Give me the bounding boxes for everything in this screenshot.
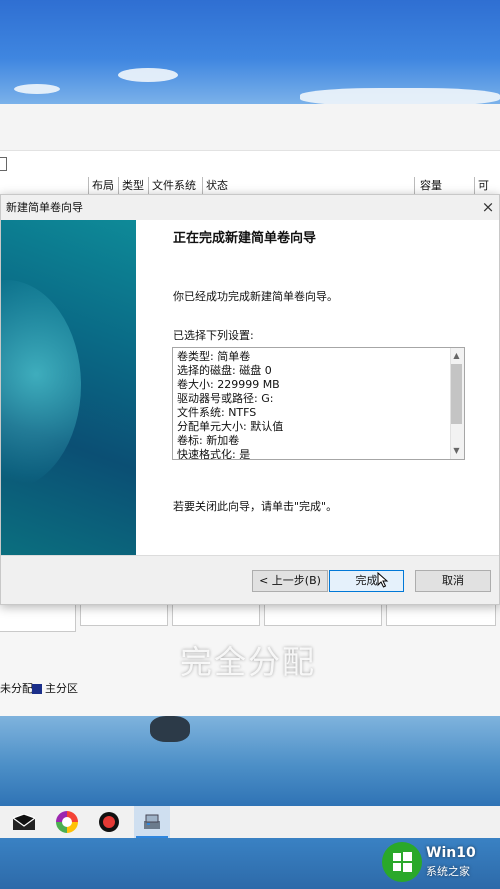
column-type[interactable]: 类型 xyxy=(118,177,148,195)
video-caption: 完全分配 xyxy=(180,643,317,681)
setting-file-system: 文件系统: NTFS xyxy=(177,406,257,419)
mouse-cursor-icon xyxy=(377,572,389,588)
desktop-sky xyxy=(0,0,500,106)
cloud xyxy=(14,84,60,94)
scroll-down-icon[interactable]: ▼ xyxy=(450,444,463,458)
photos-icon[interactable] xyxy=(49,806,85,838)
watermark-subtitle: 系统之家 xyxy=(426,865,470,878)
new-simple-volume-wizard: 新建简单卷向导 × 正在完成新建简单卷向导 你已经成功完成新建简单卷向导。 已选… xyxy=(0,194,500,605)
wizard-heading: 正在完成新建简单卷向导 xyxy=(173,231,317,246)
taskbar xyxy=(0,806,500,838)
close-hint: 若要关闭此向导，请单击"完成"。 xyxy=(173,500,338,513)
window-header-area xyxy=(0,104,500,151)
toolbar-icon[interactable] xyxy=(0,157,7,171)
close-icon[interactable]: × xyxy=(479,197,497,217)
column-status[interactable]: 状态 xyxy=(202,177,414,195)
column-filesystem[interactable]: 文件系统 xyxy=(148,177,202,195)
mail-icon[interactable] xyxy=(6,806,42,838)
column-capacity[interactable]: 容量 xyxy=(414,177,474,195)
settings-summary-box[interactable]: 卷类型: 简单卷 选择的磁盘: 磁盘 0 卷大小: 229999 MB 驱动器号… xyxy=(172,347,465,460)
watermark-brand: Win10 xyxy=(426,845,476,861)
selected-settings-label: 已选择下列设置: xyxy=(173,329,254,342)
setting-disk: 选择的磁盘: 磁盘 0 xyxy=(177,364,272,377)
column-free[interactable]: 可 xyxy=(474,177,496,195)
record-icon[interactable] xyxy=(91,806,127,838)
scrollbar-thumb[interactable] xyxy=(451,364,462,424)
back-button[interactable]: < 上一步(B) xyxy=(252,570,328,592)
desktop-sea xyxy=(0,716,500,806)
column-layout[interactable]: 布局 xyxy=(88,177,118,195)
disk-management-icon[interactable] xyxy=(134,806,170,838)
finish-button[interactable]: 完成 xyxy=(329,570,404,592)
setting-volume-size: 卷大小: 229999 MB xyxy=(177,378,280,391)
windows-logo-icon xyxy=(382,842,422,882)
toolbar xyxy=(0,151,500,178)
setting-volume-label: 卷标: 新加卷 xyxy=(177,434,240,447)
legend-primary: 主分区 xyxy=(45,682,78,695)
cloud xyxy=(118,68,178,82)
dialog-body: 正在完成新建简单卷向导 你已经成功完成新建简单卷向导。 已选择下列设置: 卷类型… xyxy=(1,220,499,555)
scroll-up-icon[interactable]: ▲ xyxy=(450,349,463,363)
wizard-banner-image xyxy=(1,220,136,555)
banner-decoration xyxy=(1,280,81,490)
setting-quick-format: 快速格式化: 是 xyxy=(177,448,251,460)
rock xyxy=(150,716,190,742)
footer-divider xyxy=(1,555,499,556)
setting-volume-type: 卷类型: 简单卷 xyxy=(177,350,251,363)
site-watermark: Win10 系统之家 xyxy=(382,842,497,882)
setting-drive-letter: 驱动器号或路径: G: xyxy=(177,392,274,405)
dialog-title: 新建简单卷向导 xyxy=(6,201,83,214)
legend-primary-swatch xyxy=(32,684,42,694)
legend-unallocated: 未分配 xyxy=(0,682,33,695)
setting-allocation-unit: 分配单元大小: 默认值 xyxy=(177,420,284,433)
active-indicator xyxy=(136,836,168,838)
cancel-button[interactable]: 取消 xyxy=(415,570,491,592)
success-message: 你已经成功完成新建简单卷向导。 xyxy=(173,290,338,303)
